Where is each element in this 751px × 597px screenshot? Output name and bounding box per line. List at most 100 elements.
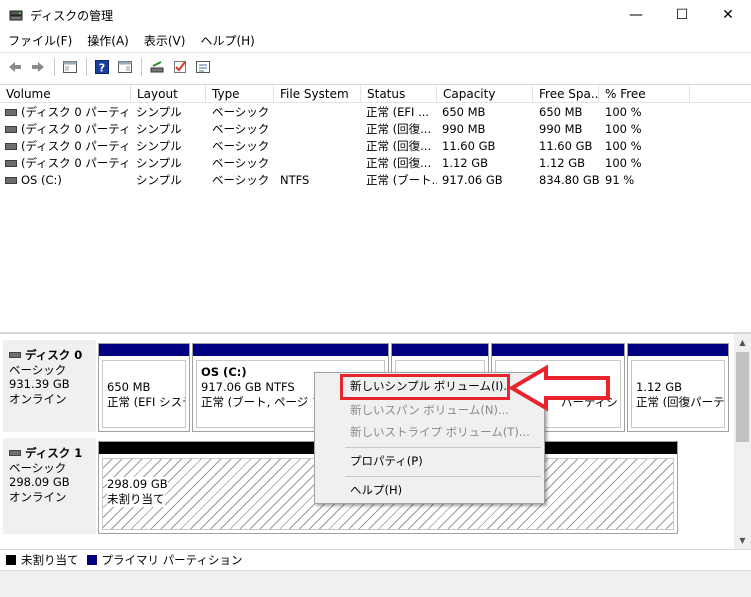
highlight-box [340,374,510,400]
cell-status: 正常 (EFI ... [366,105,430,119]
scroll-up-button[interactable]: ▲ [734,334,751,351]
cell-type: ベーシック [212,173,270,187]
disk-icon [9,352,21,359]
menu-separator [345,476,541,477]
maximize-button[interactable]: ☐ [659,0,705,30]
table-row[interactable]: (ディスク 0 パーティシ... シンプル ベーシック 正常 (回復... 11… [0,138,751,155]
cell-layout: シンプル [136,156,182,170]
scrollbar-thumb[interactable] [736,352,749,442]
disk-1-info[interactable]: ディスク 1 ベーシック 298.09 GB オンライン [3,438,96,534]
cell-free-space: 1.12 GB [539,156,586,170]
cell-capacity: 990 MB [442,122,486,136]
column-header-status[interactable]: Status [361,85,437,103]
console-tree-button[interactable] [59,56,81,78]
column-header-volume[interactable]: Volume [0,85,131,103]
scroll-down-button[interactable]: ▼ [734,532,751,549]
disk-1-type: ベーシック [9,460,67,475]
help-icon: ? [95,59,109,74]
table-row[interactable]: (ディスク 0 パーティシ... シンプル ベーシック 正常 (回復... 1.… [0,155,751,172]
cell-file-system [280,155,360,172]
cell-file-system [280,138,360,155]
cell-file-system: NTFS [280,173,310,187]
toolbar-separator [86,57,87,76]
chevron-down-icon: ▼ [739,536,746,545]
partition-efi[interactable]: 650 MB 正常 (EFI システ [98,343,190,432]
menu-item-help[interactable]: ヘルプ(H) [316,479,543,501]
cell-free-space: 990 MB [539,122,583,136]
column-header-file-system[interactable]: File System [274,85,361,103]
disk-icon [9,450,21,457]
rescan-icon [150,60,164,72]
column-header-layout[interactable]: Layout [131,85,206,103]
close-icon: ✕ [722,7,734,23]
menu-file[interactable]: ファイル(F) [0,30,79,52]
toolbar-separator [54,57,55,76]
table-row[interactable]: (ディスク 0 パーティシ... シンプル ベーシック 正常 (回復... 99… [0,121,751,138]
disk-1-state: オンライン [9,489,67,504]
table-row[interactable]: (ディスク 0 パーティシ... シンプル ベーシック 正常 (EFI ... … [0,104,751,121]
partition-size: 650 MB [107,380,151,394]
volume-icon [5,177,17,184]
properties-button[interactable] [114,56,136,78]
cell-percent-free: 100 % [605,122,642,136]
table-row[interactable]: OS (C:) シンプル ベーシック NTFS 正常 (ブート... 917.0… [0,172,751,189]
toolbar: ? [0,52,751,80]
check-button[interactable] [169,56,191,78]
legend-swatch-unallocated [6,554,16,565]
cell-free-space: 11.60 GB [539,139,593,153]
cell-layout: シンプル [136,173,182,187]
partition-recovery-3-body: 1.12 GB 正常 (回復パーティ [631,360,725,428]
cell-file-system [280,121,360,138]
forward-button[interactable] [27,56,49,78]
column-header-free-space[interactable]: Free Spa... [533,85,599,103]
volume-icon [5,109,17,116]
minimize-button[interactable]: — [613,0,659,30]
menu-item-properties[interactable]: プロパティ(P) [316,450,543,472]
cell-capacity: 650 MB [442,105,486,119]
disk-0-state: オンライン [9,391,67,406]
column-header-type[interactable]: Type [206,85,274,103]
rescan-button[interactable] [146,56,168,78]
volume-icon [5,126,17,133]
settings-button[interactable] [192,56,214,78]
menu-help[interactable]: ヘルプ(H) [192,30,261,52]
legend-swatch-primary [86,554,97,565]
menu-separator [345,447,541,448]
cell-percent-free: 100 % [605,139,642,153]
partition-efi-body: 650 MB 正常 (EFI システ [102,360,186,428]
cell-layout: シンプル [136,122,182,136]
primary-partition-bar [193,344,388,356]
menu-item-new-striped-volume[interactable]: 新しいストライプ ボリューム(T)... [316,421,543,443]
disk-0-name: ディスク 0 [25,348,83,362]
partition-recovery-3[interactable]: 1.12 GB 正常 (回復パーティ [627,343,729,432]
primary-partition-bar [492,344,624,356]
partition-size: 1.12 GB [636,380,683,394]
cell-percent-free: 91 % [605,173,635,187]
cell-capacity: 1.12 GB [442,156,489,170]
disk-1-name: ディスク 1 [25,446,83,460]
help-button[interactable]: ? [91,56,113,78]
partition-title [636,365,720,380]
back-icon [9,61,21,72]
close-button[interactable]: ✕ [705,0,751,30]
properties-icon [118,60,132,73]
cell-volume: OS (C:) [21,173,62,187]
back-button[interactable] [4,56,26,78]
primary-partition-bar [99,344,189,356]
disk-0-info[interactable]: ディスク 0 ベーシック 931.39 GB オンライン [3,340,96,432]
cell-type: ベーシック [212,105,270,119]
disk-0-type: ベーシック [9,362,67,377]
menu-action[interactable]: 操作(A) [79,30,136,52]
cell-status: 正常 (回復... [366,156,432,170]
forward-icon [32,61,44,72]
check-icon [174,60,186,73]
cell-layout: シンプル [136,139,182,153]
menu-view[interactable]: 表示(V) [136,30,193,52]
minimize-icon: — [629,7,643,23]
cell-status: 正常 (回復... [366,139,432,153]
column-header-percent-free[interactable]: % Free [599,85,690,103]
cell-layout: シンプル [136,105,182,119]
column-header-capacity[interactable]: Capacity [437,85,533,103]
partition-status: 正常 (回復パーティ [636,395,724,409]
toolbar-separator [141,57,142,76]
